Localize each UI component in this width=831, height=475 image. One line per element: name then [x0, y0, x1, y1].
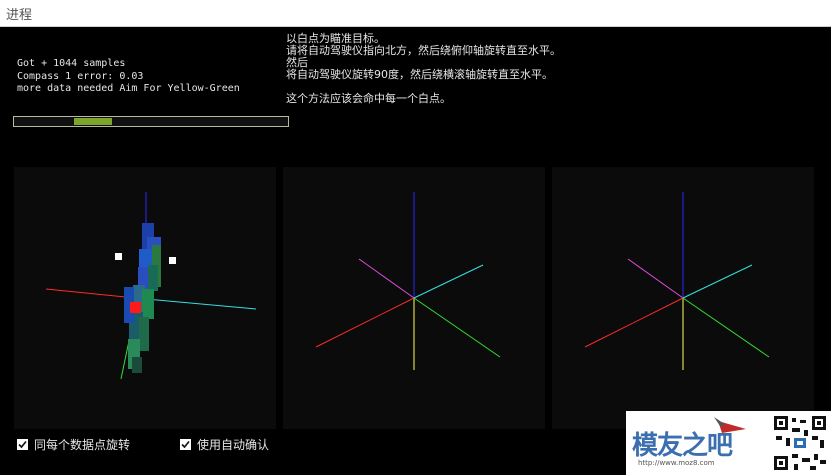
target-point — [169, 257, 176, 264]
title-bar: 进程 — [0, 0, 831, 27]
axis-neg-y — [627, 258, 684, 299]
progress-fill — [74, 118, 112, 125]
status-text: Got + 1044 samples Compass 1 error: 0.03… — [17, 58, 240, 96]
orientation-view-2 — [315, 192, 501, 370]
instruction-line: 请将自动驾驶仪指向北方，然后绕俯仰轴旋转直至水平。 — [286, 44, 561, 57]
auto-accept-label: 使用自动确认 — [197, 438, 270, 452]
auto-accept-checkbox[interactable] — [180, 439, 191, 450]
axis-neg-x — [145, 298, 257, 310]
current-point — [130, 302, 141, 313]
instruction-line: 这个方法应该会命中每一个白点。 — [286, 92, 451, 105]
axis-x — [315, 297, 415, 348]
instructions-text: 以白点为瞄准目标。 请将自动驾驶仪指向北方，然后绕俯仰轴旋转直至水平。 然后 将… — [286, 33, 561, 105]
rotate-each-point-checkbox[interactable] — [17, 439, 28, 450]
axis-neg-z — [682, 297, 770, 358]
qr-code-icon — [772, 414, 828, 472]
panel-view-3[interactable] — [552, 167, 814, 429]
progress-bar — [13, 116, 289, 127]
target-point — [115, 253, 122, 260]
watermark-text: 模友之吧 — [632, 431, 733, 461]
panel-view-2[interactable] — [283, 167, 545, 429]
watermark-url: http://www.moz8.com — [638, 459, 715, 467]
check-icon — [181, 440, 190, 449]
axis-neg-z — [413, 297, 501, 358]
orientation-view-3 — [584, 192, 770, 370]
rotate-each-point-label: 同每个数据点旋转 — [34, 438, 131, 452]
watermark-logo: 模友之吧 http://www.moz8.com — [626, 411, 831, 475]
window-title: 进程 — [6, 8, 33, 23]
check-icon — [18, 440, 27, 449]
axis-neg-x — [682, 264, 753, 299]
axis-x — [584, 297, 684, 348]
rotate-each-point-option[interactable]: 同每个数据点旋转 — [17, 436, 130, 453]
axis-neg-y — [358, 258, 415, 299]
sample-cloud — [124, 223, 161, 373]
samples-view — [45, 192, 257, 380]
axis-neg-x — [413, 264, 484, 299]
instruction-line: 将自动驾驶仪旋转90度，然后绕横滚轴旋转直至水平。 — [286, 68, 553, 81]
panel-samples[interactable] — [14, 167, 276, 429]
auto-accept-option[interactable]: 使用自动确认 — [180, 436, 269, 453]
status-line: more data needed Aim For Yellow-Green — [17, 83, 240, 94]
status-line: Got + 1044 samples — [17, 58, 126, 69]
status-line: Compass 1 error: 0.03 — [17, 70, 144, 82]
